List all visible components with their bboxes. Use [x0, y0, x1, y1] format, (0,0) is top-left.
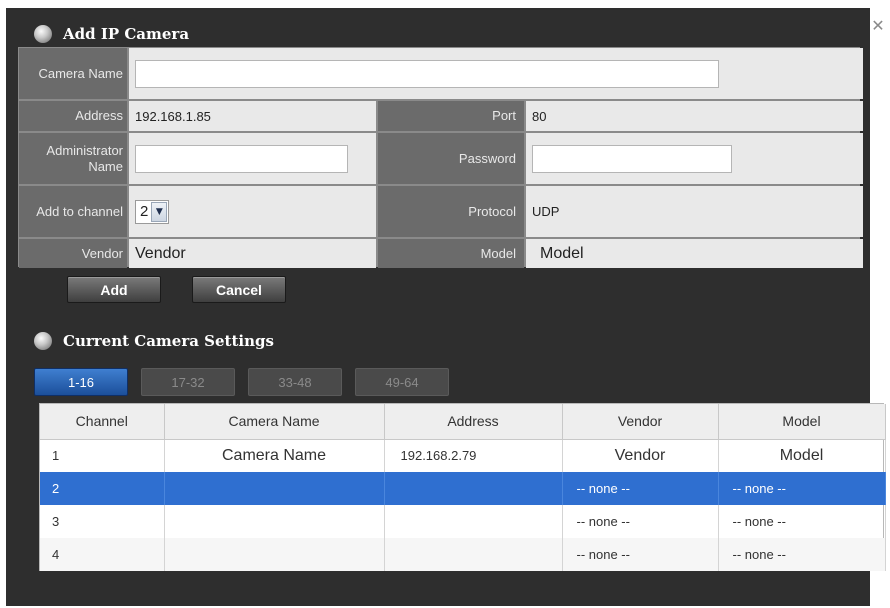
channel-select-value: 2 [140, 203, 149, 220]
row-model: -- none -- [718, 472, 886, 505]
vendor-label: Vendor [19, 239, 127, 268]
row-channel: 2 [40, 472, 165, 505]
model-label: Model [378, 239, 524, 268]
row-vendor: Vendor [562, 439, 719, 472]
row-vendor: -- none -- [562, 538, 719, 571]
dialog-title: Add IP Camera [34, 22, 189, 46]
channel-cell: 2 ▼ [129, 186, 376, 237]
col-header-address[interactable]: Address [384, 404, 563, 440]
protocol-value: UDP [526, 186, 863, 237]
admin-name-label: Administrator Name [19, 133, 127, 184]
row-channel: 1 [40, 439, 165, 472]
table-row[interactable]: 2 -- none -- -- none -- [40, 472, 886, 505]
camera-name-cell [129, 48, 863, 99]
col-header-camera-name[interactable]: Camera Name [164, 404, 385, 440]
close-icon[interactable]: ✕ [868, 17, 888, 37]
address-value: 192.168.1.85 [129, 101, 376, 131]
port-label: Port [378, 101, 524, 131]
row-address [384, 538, 563, 571]
row-model: Model [718, 439, 886, 472]
port-value: 80 [526, 101, 863, 131]
tab-49-64[interactable]: 49-64 [355, 368, 449, 396]
add-button[interactable]: Add [67, 276, 161, 303]
address-label: Address [19, 101, 127, 131]
channel-label: Add to channel [19, 186, 127, 237]
camera-settings-table: Channel Camera Name Address Vendor Model… [39, 403, 886, 571]
tab-33-48[interactable]: 33-48 [248, 368, 342, 396]
channel-select[interactable]: 2 ▼ [135, 199, 170, 224]
admin-name-cell [129, 133, 376, 184]
table-header-row: Channel Camera Name Address Vendor Model [40, 404, 886, 440]
row-model: -- none -- [718, 505, 886, 538]
cancel-button[interactable]: Cancel [192, 276, 286, 303]
tab-1-16[interactable]: 1-16 [34, 368, 128, 396]
table-row[interactable]: 3 -- none -- -- none -- [40, 505, 886, 538]
row-address [384, 472, 563, 505]
col-header-channel[interactable]: Channel [40, 404, 165, 440]
row-camera-name [164, 472, 385, 505]
password-label: Password [378, 133, 524, 184]
admin-name-input[interactable] [135, 144, 348, 173]
sphere-bullet-icon [34, 25, 52, 43]
table-row[interactable]: 4 -- none -- -- none -- [40, 538, 886, 571]
tab-17-32[interactable]: 17-32 [141, 368, 235, 396]
table-row[interactable]: 1 Camera Name 192.168.2.79 Vendor Model [40, 439, 886, 472]
add-camera-form: Camera Name Address 192.168.1.85 Port 80… [18, 47, 863, 268]
camera-name-input[interactable] [135, 59, 719, 88]
row-model: -- none -- [718, 538, 886, 571]
row-camera-name [164, 538, 385, 571]
password-cell [526, 133, 863, 184]
dialog-title-text: Add IP Camera [63, 25, 190, 43]
camera-name-label: Camera Name [19, 48, 127, 99]
chevron-down-icon[interactable]: ▼ [151, 201, 168, 222]
model-value: Model [526, 239, 863, 268]
row-vendor: -- none -- [562, 472, 719, 505]
protocol-label: Protocol [378, 186, 524, 237]
row-address: 192.168.2.79 [384, 439, 563, 472]
col-header-model[interactable]: Model [718, 404, 886, 440]
password-input[interactable] [532, 144, 732, 173]
row-address [384, 505, 563, 538]
row-channel: 4 [40, 538, 165, 571]
row-vendor: -- none -- [562, 505, 719, 538]
current-settings-title-text: Current Camera Settings [63, 332, 274, 350]
row-channel: 3 [40, 505, 165, 538]
sphere-bullet-icon [34, 332, 52, 350]
current-settings-title: Current Camera Settings [34, 329, 274, 353]
row-camera-name: Camera Name [164, 439, 385, 472]
col-header-vendor[interactable]: Vendor [562, 404, 719, 440]
row-camera-name [164, 505, 385, 538]
vendor-value: Vendor [129, 239, 376, 268]
